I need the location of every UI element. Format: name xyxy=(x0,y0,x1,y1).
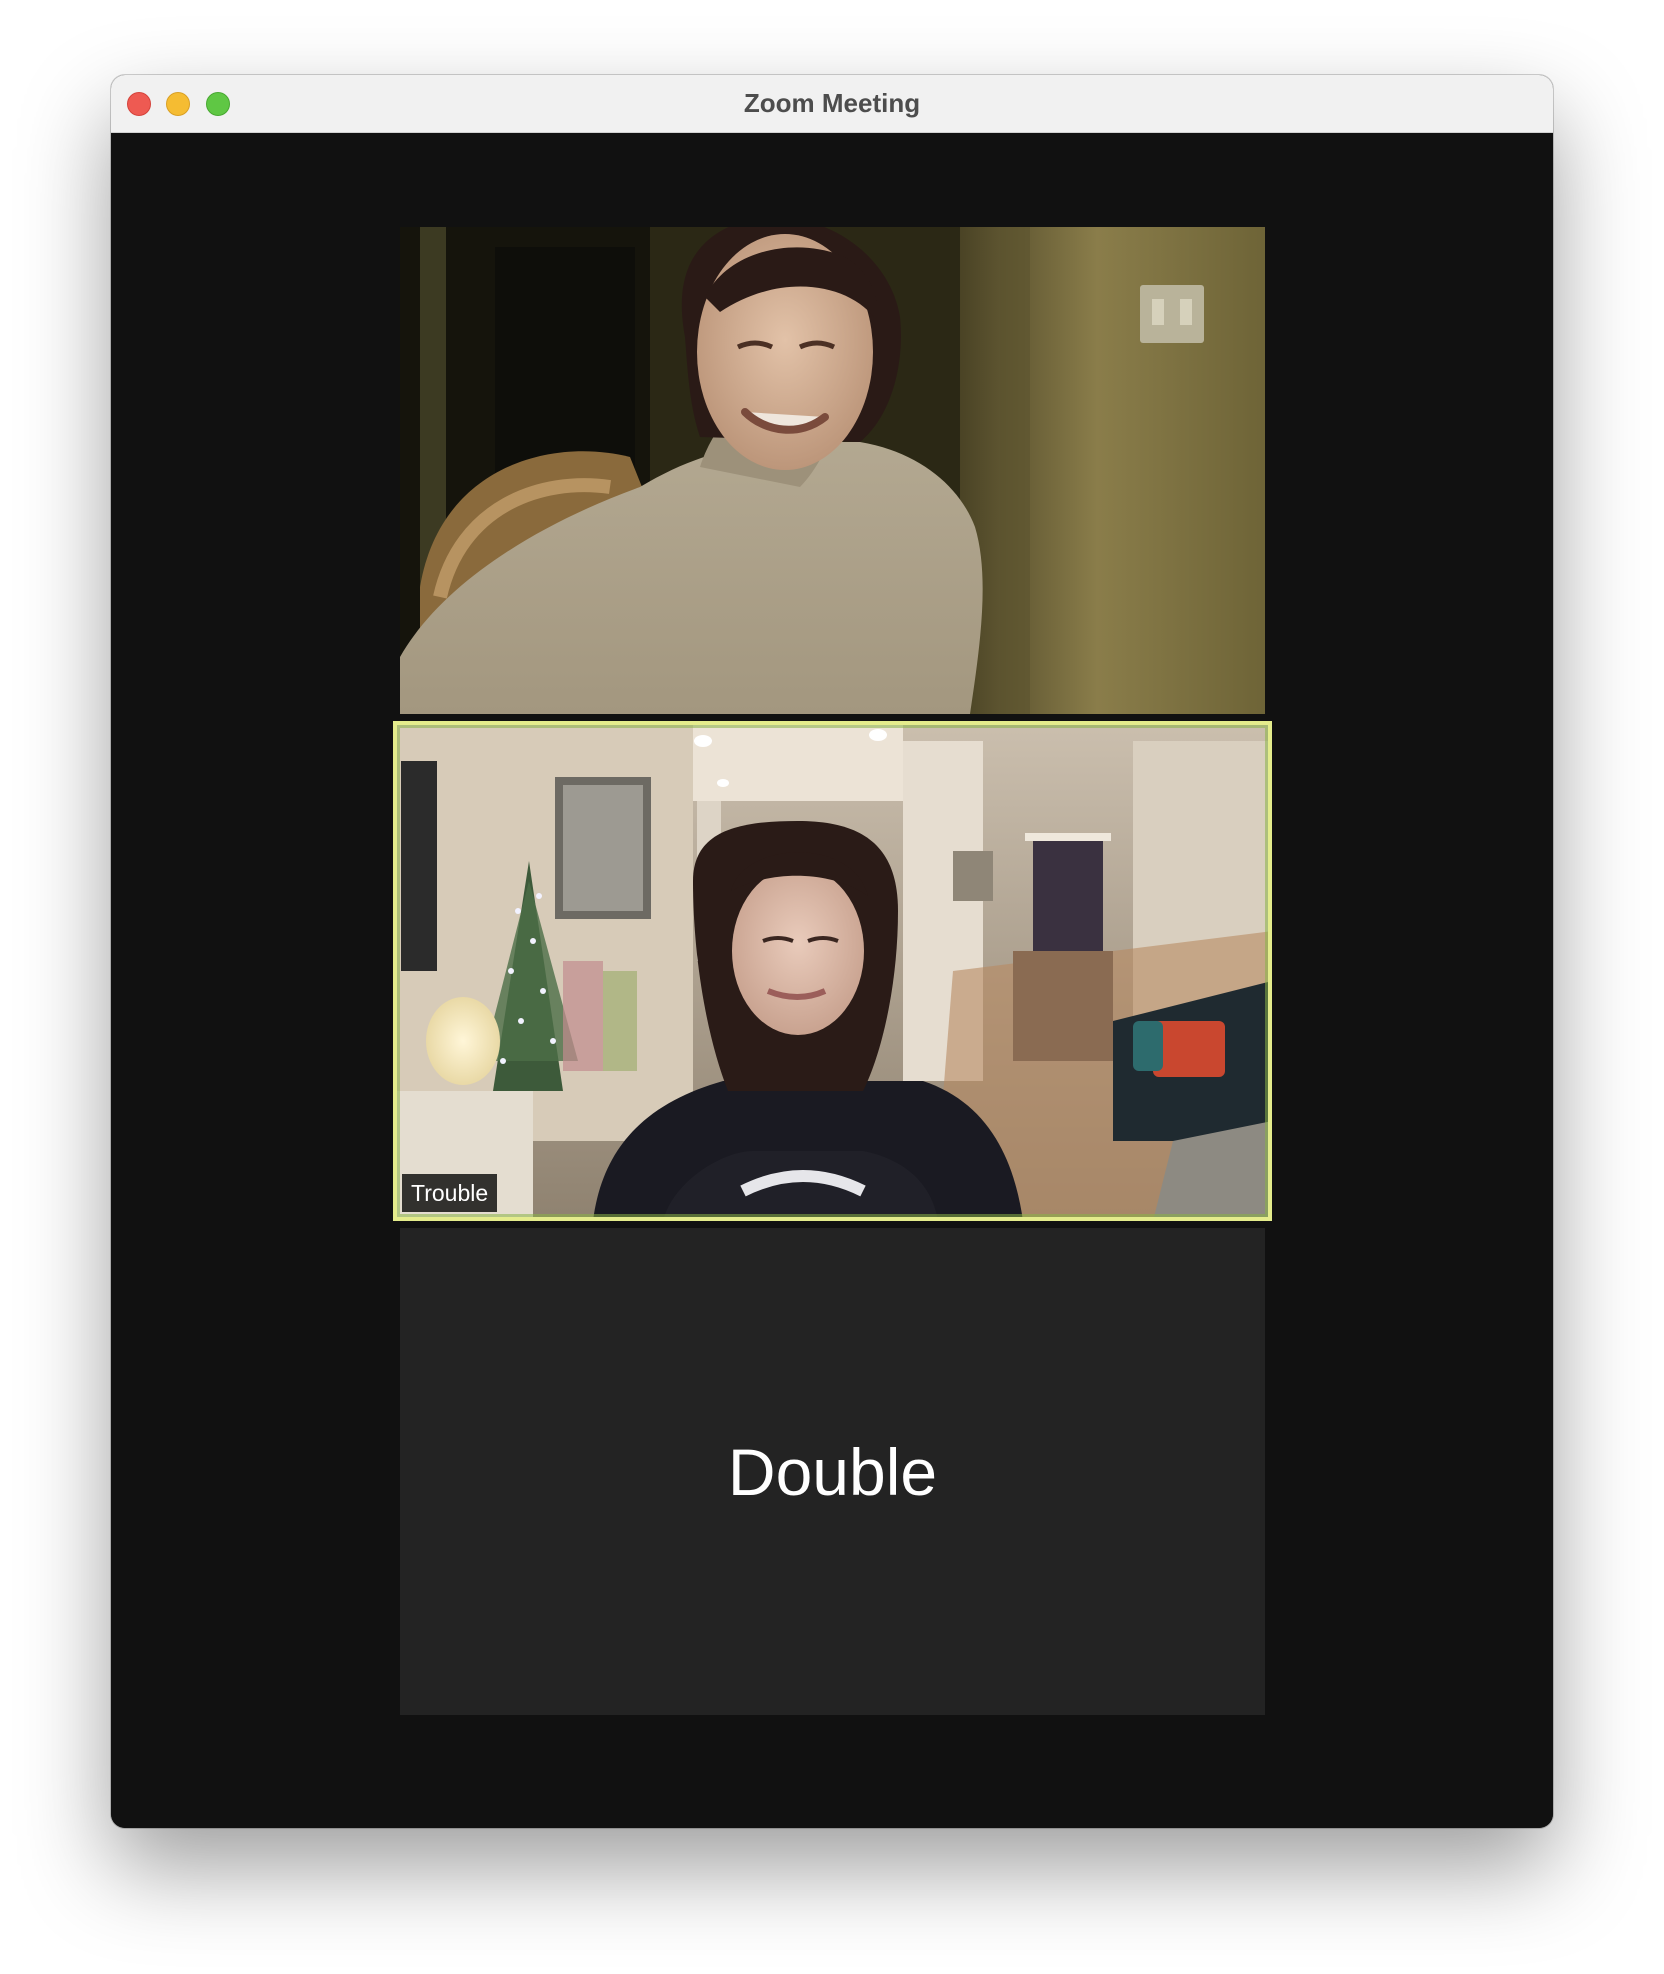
participant-video-tile[interactable] xyxy=(400,227,1265,714)
participant-video-feed xyxy=(393,721,1272,1221)
participant-camera-off-tile[interactable]: Double xyxy=(400,1228,1265,1715)
participant-name-label: Trouble xyxy=(402,1174,498,1212)
title-bar[interactable]: Zoom Meeting xyxy=(111,75,1553,133)
gallery-view: Trouble Double xyxy=(111,133,1553,1828)
participant-video-feed xyxy=(400,227,1265,714)
window-title: Zoom Meeting xyxy=(743,88,921,118)
active-speaker-video-tile[interactable]: Trouble xyxy=(393,721,1272,1221)
zoom-meeting-window: Zoom Meeting Trouble Double xyxy=(111,75,1553,1828)
participant-name: Double xyxy=(727,1434,938,1509)
